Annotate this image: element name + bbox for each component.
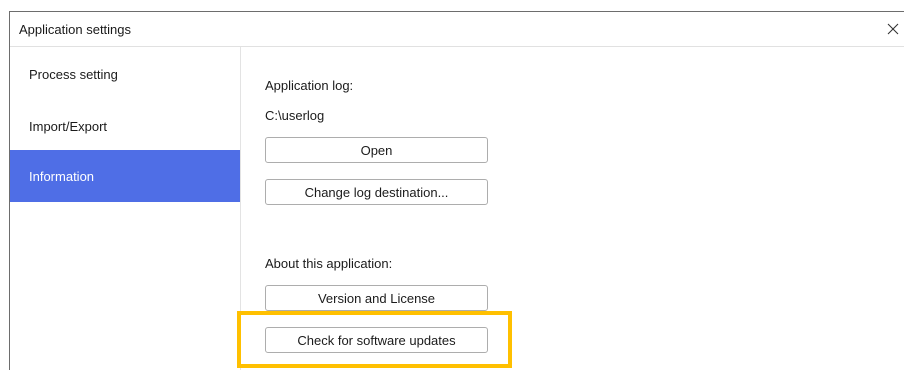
sidebar-item-process-setting[interactable]: Process setting — [10, 47, 240, 99]
window-title: Application settings — [19, 22, 132, 37]
application-log-label: Application log: — [265, 78, 354, 93]
about-application-label: About this application: — [265, 256, 393, 271]
change-log-destination-button[interactable]: Change log destination... — [265, 179, 488, 205]
sidebar-item-import-export[interactable]: Import/Export — [10, 99, 240, 150]
sidebar-item-label: Process setting — [29, 67, 118, 82]
log-path-value: C:\userlog — [265, 108, 325, 123]
open-log-button[interactable]: Open — [265, 137, 488, 163]
sidebar-item-label: Information — [29, 168, 95, 184]
close-button[interactable] — [882, 12, 904, 46]
version-and-license-button[interactable]: Version and License — [265, 285, 488, 311]
title-bar: Application settings — [10, 12, 904, 47]
settings-sidebar: Process setting Import/Export Informatio… — [10, 47, 241, 370]
information-panel: Application log: C:\userlog Open Change … — [241, 47, 904, 370]
sidebar-item-label: Import/Export — [29, 119, 108, 134]
close-icon — [887, 23, 899, 35]
sidebar-item-information[interactable]: Information — [10, 150, 240, 202]
application-settings-window: Application settings Process setting Imp… — [9, 11, 904, 370]
check-for-updates-button[interactable]: Check for software updates — [265, 327, 488, 353]
